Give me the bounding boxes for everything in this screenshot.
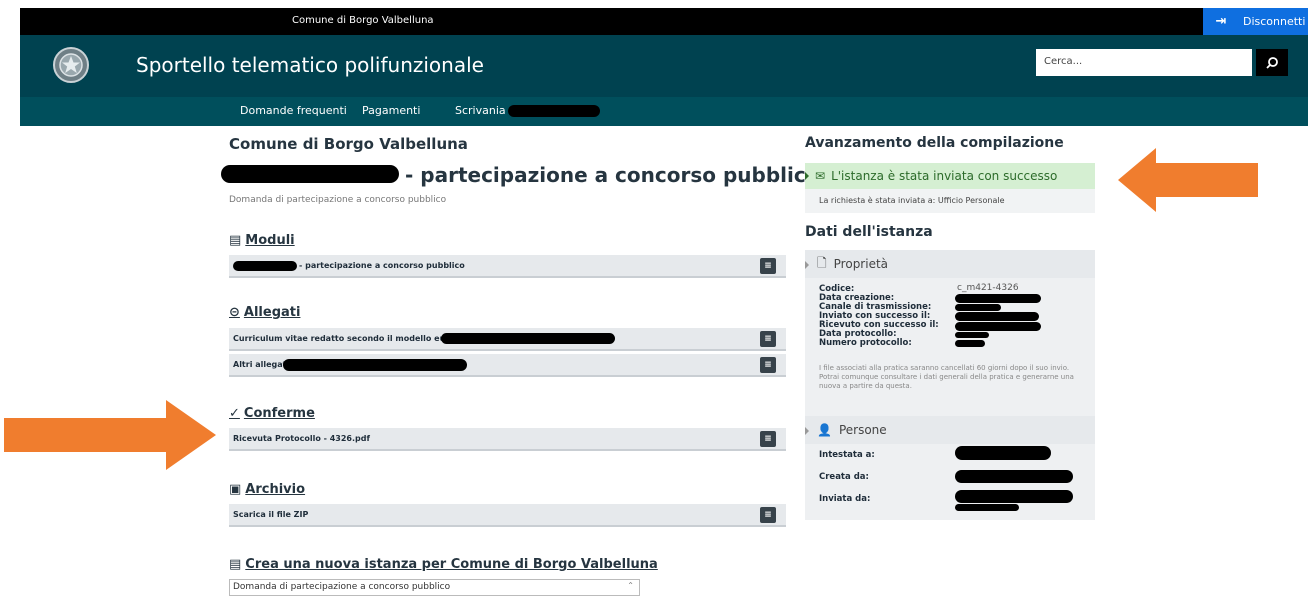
success-text: L'istanza è stata inviata con successo <box>831 169 1058 183</box>
attachment-row-altri[interactable]: Altri allegati ≡ <box>229 354 786 377</box>
archive-row[interactable]: Scarica il file ZIP ≡ <box>229 504 786 527</box>
section-moduli-label: Moduli <box>245 233 295 248</box>
redacted-title-prefix <box>221 165 399 183</box>
attachment-cv-label: Curriculum vitae redatto secondo il mode… <box>233 334 472 343</box>
document-icon: ▤ <box>229 557 242 572</box>
envelope-icon: ✉ <box>815 169 826 183</box>
prop-label-numero-protocollo: Numero protocollo: <box>819 338 912 348</box>
module-row[interactable]: - partecipazione a concorso pubblico ≡ <box>229 255 786 278</box>
open-document-icon[interactable]: ≡ <box>760 331 776 347</box>
section-moduli-title[interactable]: ▤ Moduli <box>229 233 295 248</box>
people-title: Persone <box>838 423 887 437</box>
redacted-value <box>955 340 985 347</box>
document-icon: ▤ <box>229 233 242 248</box>
expand-marker-icon <box>805 427 809 435</box>
logout-label: Disconnetti <box>1243 15 1306 28</box>
new-instance-selected: Domanda di partecipazione a concorso pub… <box>233 582 451 592</box>
redacted-value <box>955 322 1041 331</box>
expand-marker-icon <box>805 261 809 269</box>
section-nuova-istanza-label: Crea una nuova istanza per Comune di Bor… <box>245 557 658 572</box>
search-button[interactable] <box>1256 49 1288 76</box>
top-bar: Comune di Borgo Valbelluna ⇥ Disconnetti <box>20 8 1308 35</box>
redacted-value <box>955 470 1073 483</box>
page-title: - partecipazione a concorso pubblico <box>405 163 820 187</box>
section-archivio-title[interactable]: ▣ Archivio <box>229 482 305 497</box>
archive-icon: ▣ <box>229 482 242 497</box>
annotation-arrow-right <box>4 400 216 470</box>
properties-panel-header[interactable]: 🗋 Proprietà <box>805 250 1095 278</box>
new-instance-select[interactable]: Domanda di partecipazione a concorso pub… <box>229 579 640 596</box>
open-document-icon[interactable]: ≡ <box>760 258 776 274</box>
document-search-icon: 🗋 <box>817 255 827 270</box>
open-document-icon[interactable]: ≡ <box>760 507 776 523</box>
section-conferme-title[interactable]: ✓ Conferme <box>229 406 315 421</box>
attachment-row-cv[interactable]: Curriculum vitae redatto secondo il mode… <box>229 328 786 351</box>
section-archivio-label: Archivio <box>245 482 306 497</box>
search-icon <box>1266 56 1278 69</box>
main-nav: Domande frequenti Pagamenti Scrivania di <box>20 97 1308 126</box>
zip-download-label: Scarica il file ZIP <box>233 510 309 519</box>
people-panel-header[interactable]: 👤 Persone <box>805 416 1095 444</box>
nav-pagamenti[interactable]: Pagamenti <box>362 104 420 117</box>
retention-note: I file associati alla pratica saranno ca… <box>819 364 1074 390</box>
redacted-value <box>955 504 1019 511</box>
properties-title: Proprietà <box>833 257 889 271</box>
instance-data-title: Dati dell'istanza <box>805 224 933 240</box>
redacted-value <box>955 490 1073 503</box>
paperclip-icon: ⊝ <box>229 305 240 320</box>
confirmation-row[interactable]: Ricevuta Protocollo - 4326.pdf ≡ <box>229 428 786 451</box>
logout-button[interactable]: ⇥ Disconnetti <box>1203 8 1308 35</box>
redacted-value <box>955 294 1041 303</box>
people-panel-body: Intestata a: Creata da: Inviata da: <box>805 444 1095 520</box>
checkmark-icon: ✓ <box>229 406 240 421</box>
entity-title: Comune di Borgo Valbelluna <box>229 135 468 153</box>
section-allegati-title[interactable]: ⊝ Allegati <box>229 305 300 320</box>
prop-value-codice: c_m421-4326 <box>957 283 1019 293</box>
section-allegati-label: Allegati <box>243 305 301 320</box>
redacted-value <box>955 332 989 338</box>
redacted-value <box>955 446 1051 460</box>
people-label-intestata: Intestata a: <box>819 450 875 460</box>
annotation-arrow-left <box>1118 148 1258 212</box>
expand-marker-icon <box>805 172 809 180</box>
open-document-icon[interactable]: ≡ <box>760 357 776 373</box>
person-icon: 👤 <box>817 423 832 437</box>
progress-title: Avanzamento della compilazione <box>805 135 1064 151</box>
site-header: Sportello telematico polifunzionale Cerc… <box>20 35 1308 97</box>
section-conferme-label: Conferme <box>243 406 315 421</box>
redacted-altri-file <box>283 359 467 371</box>
redacted-value <box>955 312 1039 321</box>
redacted-value <box>955 304 1001 311</box>
people-label-inviata: Inviata da: <box>819 494 871 504</box>
redacted-module-name <box>233 261 297 271</box>
receipt-file-label: Ricevuta Protocollo - 4326.pdf <box>233 434 370 443</box>
search-input[interactable]: Cerca... <box>1036 49 1252 76</box>
site-title[interactable]: Sportello telematico polifunzionale <box>136 53 484 77</box>
republic-emblem-icon[interactable] <box>51 41 91 89</box>
section-nuova-istanza-title[interactable]: ▤ Crea una nuova istanza per Comune di B… <box>229 557 658 572</box>
redacted-cv-file <box>441 333 615 344</box>
success-status[interactable]: ✉ L'istanza è stata inviata con successo <box>805 163 1095 189</box>
chevron-up-icon: ⌃ <box>627 581 634 590</box>
top-entity-name[interactable]: Comune di Borgo Valbelluna <box>292 15 434 26</box>
logout-icon: ⇥ <box>1215 14 1227 29</box>
people-label-creata: Creata da: <box>819 472 869 482</box>
redacted-username <box>508 105 600 117</box>
page-subtitle: Domanda di partecipazione a concorso pub… <box>229 195 447 205</box>
attachment-altri-label: Altri allegati <box>233 360 290 369</box>
properties-panel-body: Codice: c_m421-4326 Data creazione: Cana… <box>805 278 1095 416</box>
open-document-icon[interactable]: ≡ <box>760 431 776 447</box>
success-note: La richiesta è stata inviata a: Ufficio … <box>805 189 1095 213</box>
nav-domande-frequenti[interactable]: Domande frequenti <box>240 104 347 117</box>
